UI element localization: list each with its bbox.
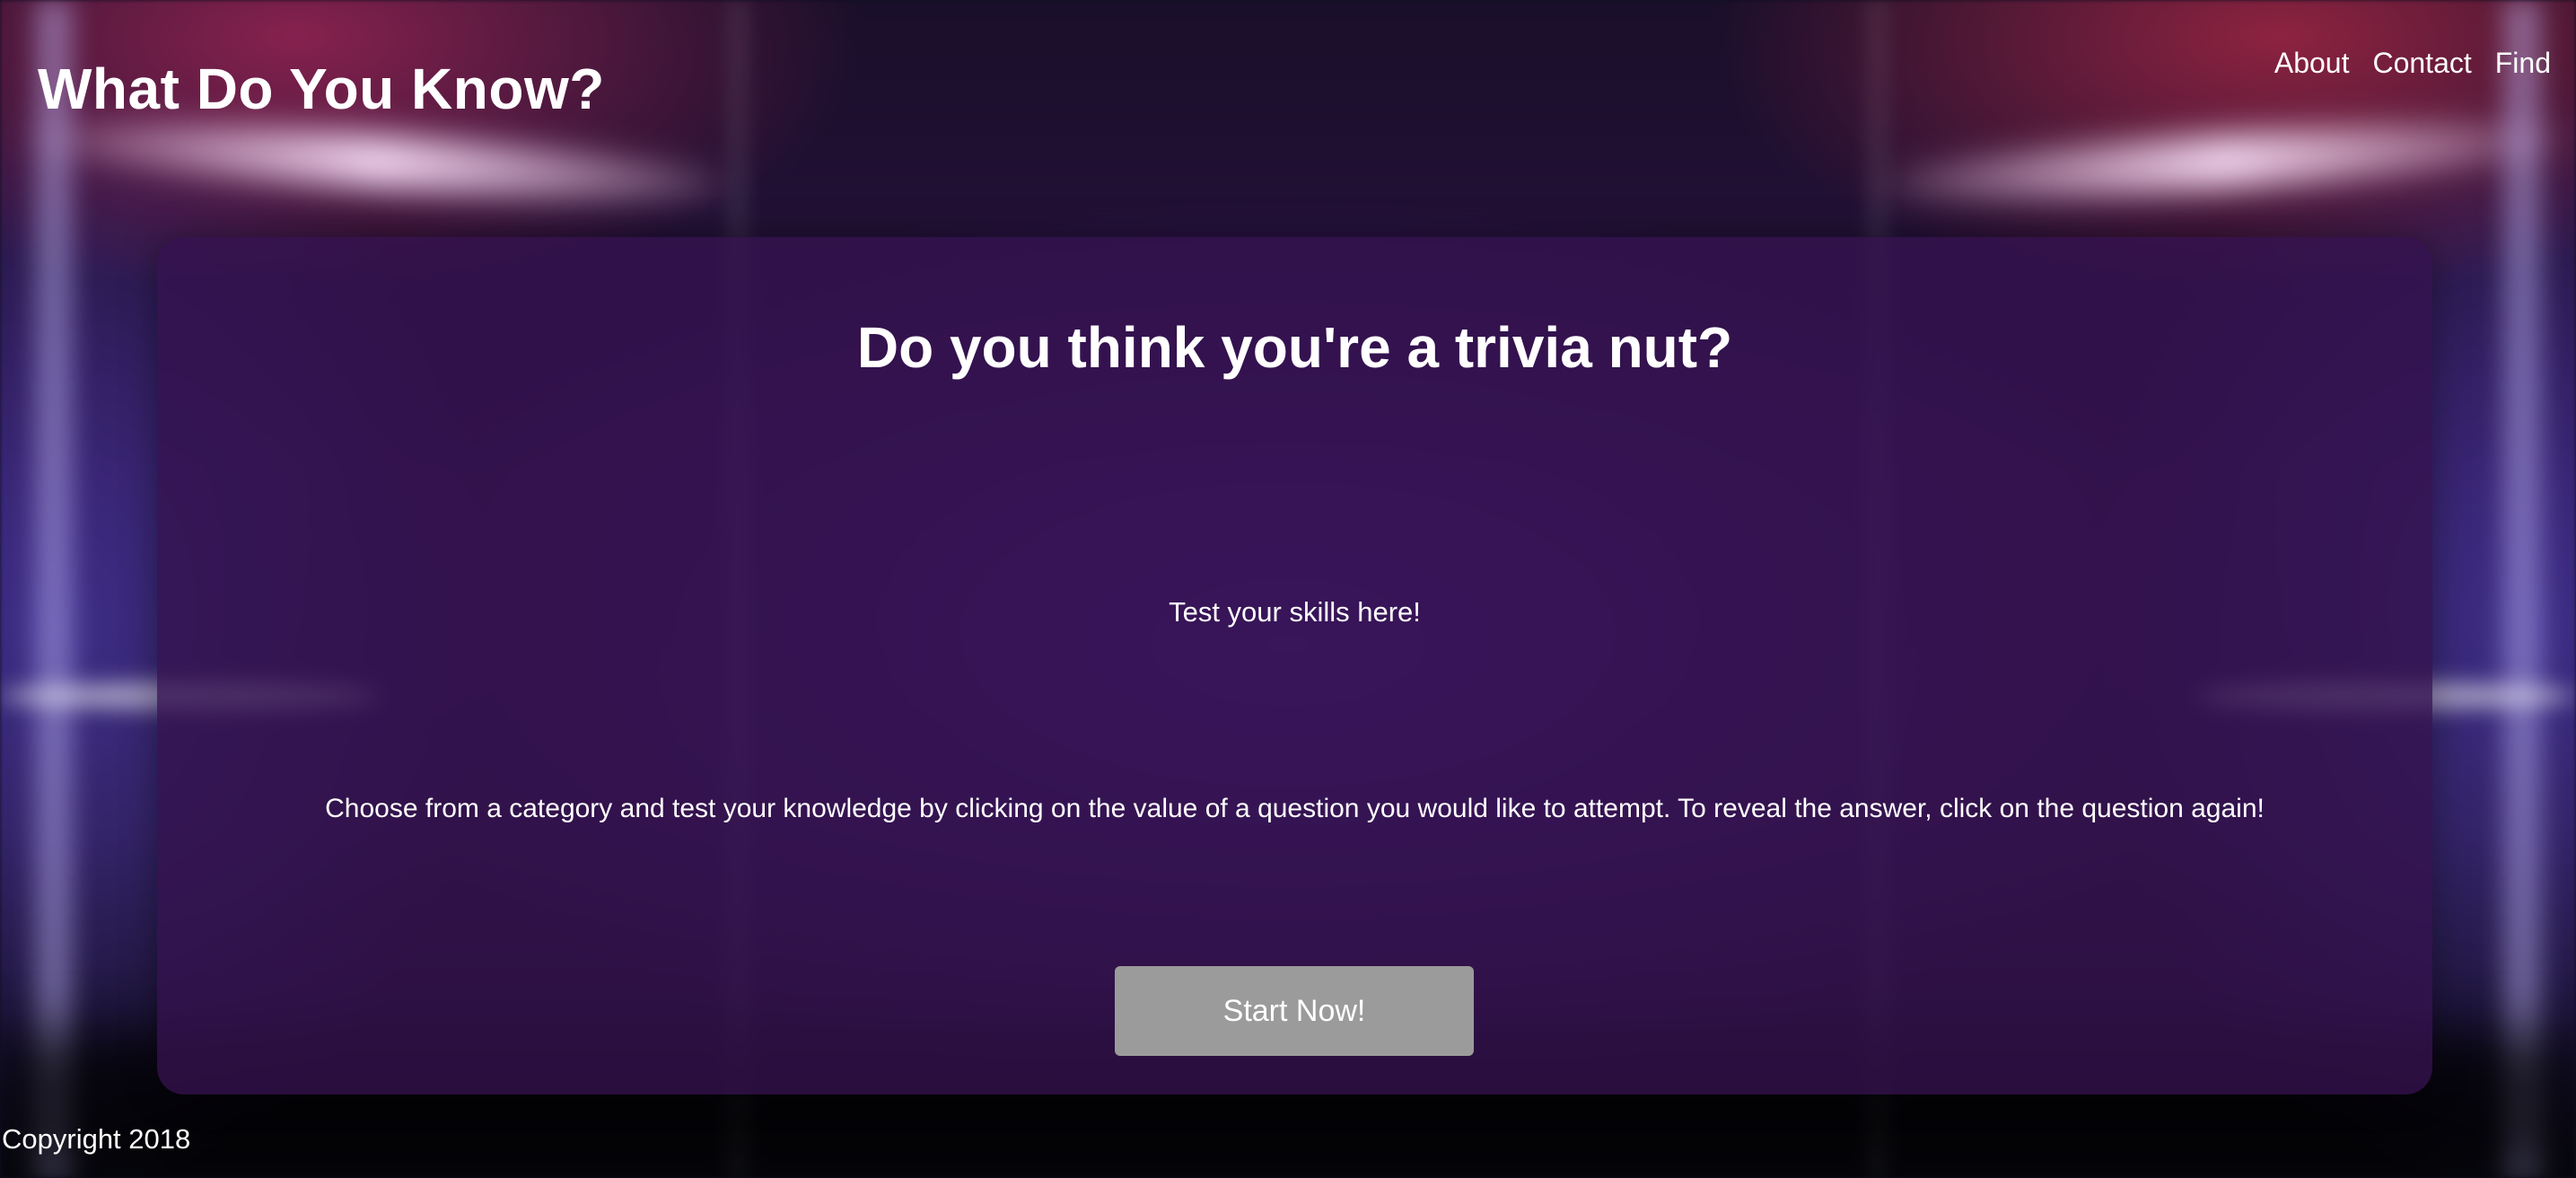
intro-card: Do you think you're a trivia nut? Test y… [157,237,2432,1094]
headline: Do you think you're a trivia nut? [856,315,1733,380]
nav-link-find[interactable]: Find [2495,47,2551,80]
stage-light [1883,110,2569,213]
start-now-button[interactable]: Start Now! [1115,966,1474,1056]
stage-light [2504,0,2540,1178]
copyright-text: Copyright 2018 [2,1123,191,1155]
site-title: What Do You Know? [38,57,605,121]
nav-link-contact[interactable]: Contact [2372,47,2471,80]
nav-link-about[interactable]: About [2274,47,2350,80]
stage-light [25,110,729,214]
instructions-text: Choose from a category and test your kno… [325,794,2265,823]
top-nav: About Contact Find [2274,47,2551,80]
tagline: Test your skills here! [1169,596,1421,628]
stage-light [36,0,72,1178]
